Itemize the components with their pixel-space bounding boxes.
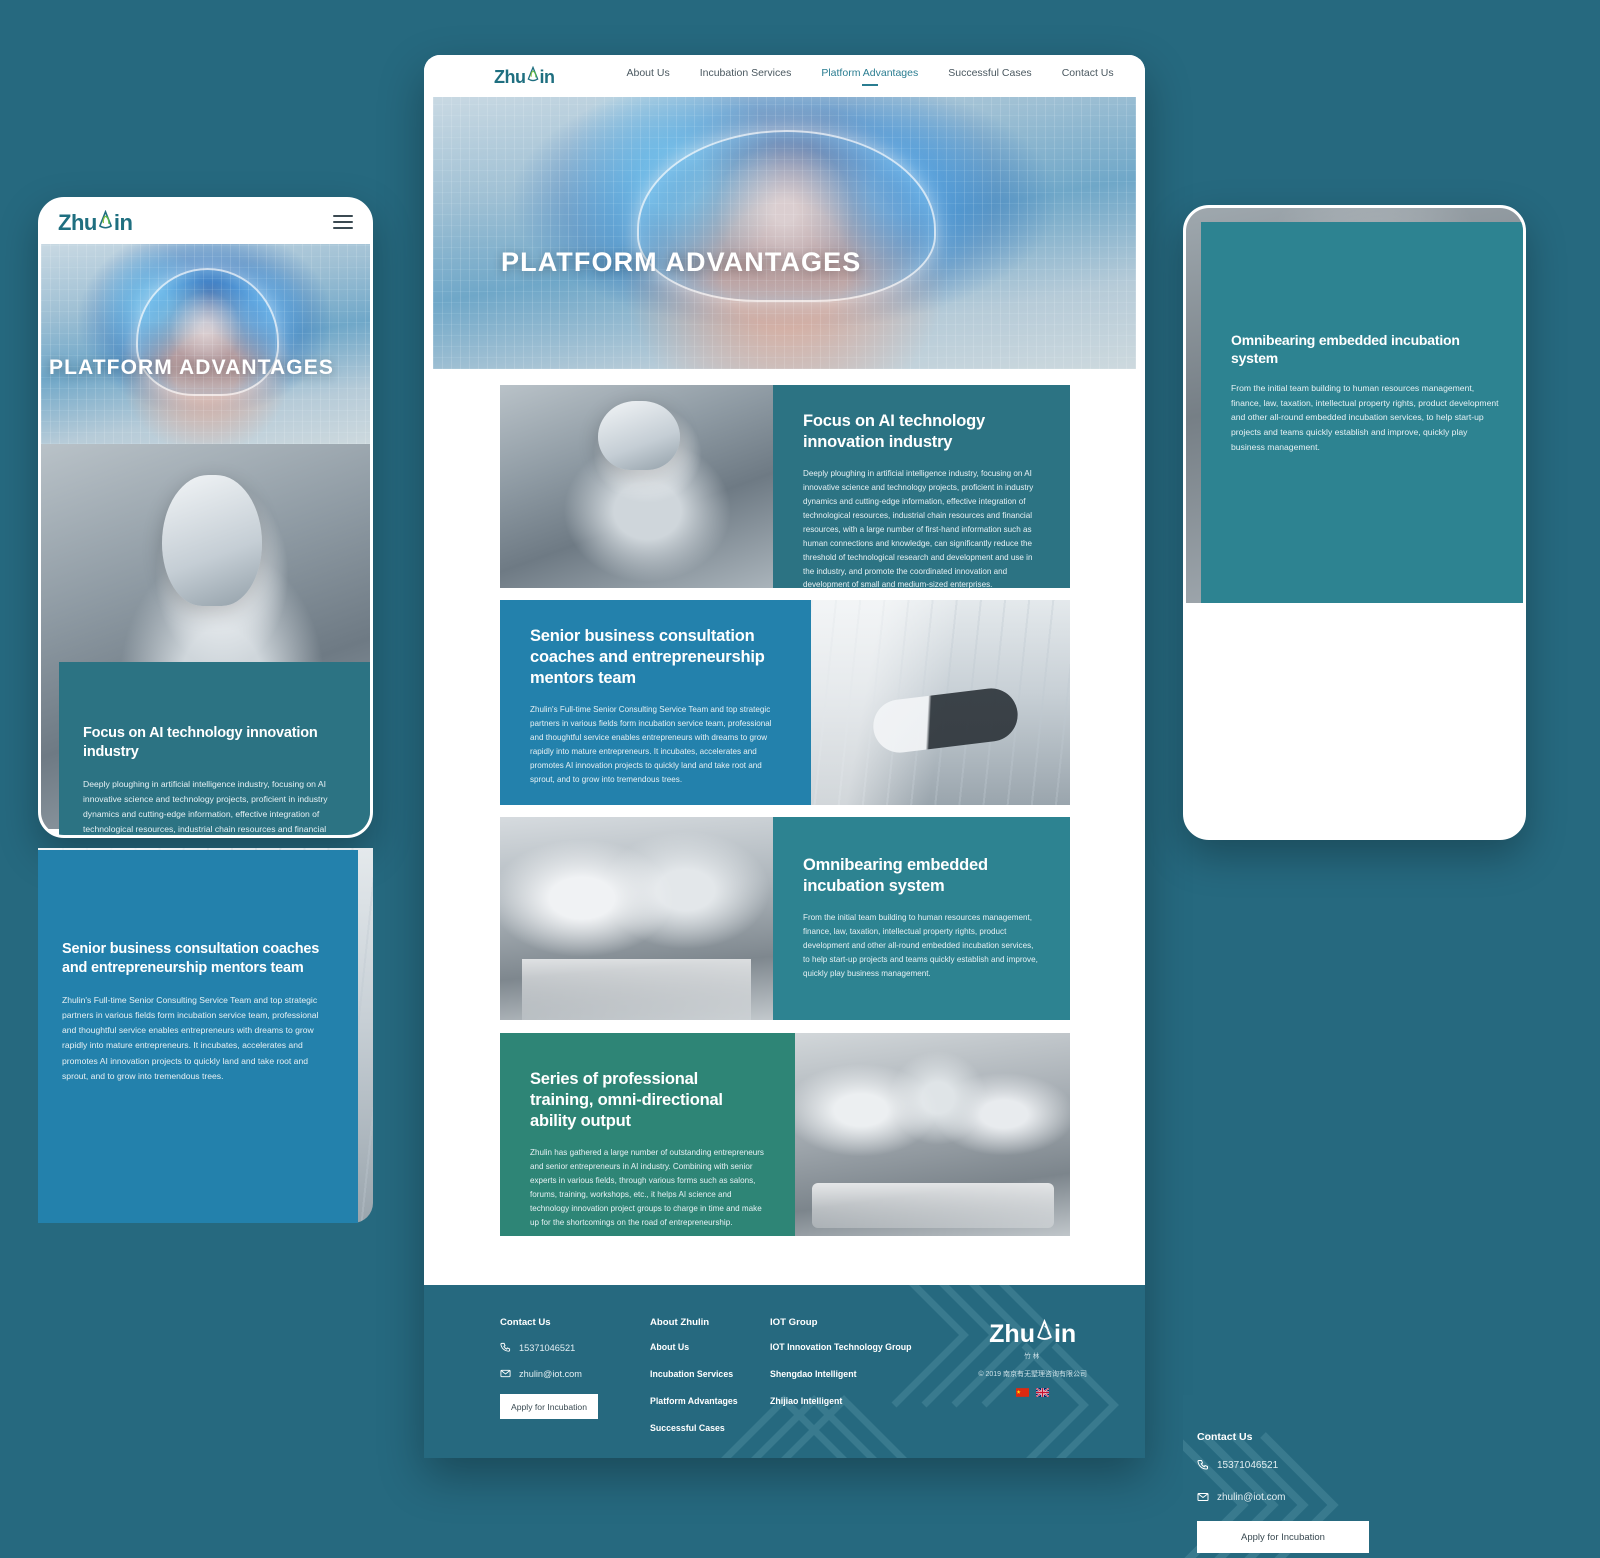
- nav-item-platform-advantages[interactable]: Platform Advantages: [821, 67, 918, 86]
- screenshot-stage: Zhu in PLATFORM ADVANTAGES Focus on AI t…: [0, 0, 1600, 1558]
- desktop-card-4-text: Series of professional training, omni-di…: [500, 1033, 795, 1236]
- desktop-card-3-image: [500, 817, 773, 1020]
- english-flag[interactable]: [1036, 1388, 1050, 1397]
- desktop-card-1-image: [500, 385, 773, 588]
- desktop-navbar: Zhu in About Us Incubation Services Plat…: [424, 55, 1145, 97]
- phone-icon: [500, 1342, 511, 1352]
- tablet-footer-phone[interactable]: 15371046521: [1197, 1459, 1526, 1471]
- footer-link-iot-innovation-technology-group[interactable]: IOT Innovation Technology Group: [770, 1342, 920, 1352]
- apply-for-incubation-button[interactable]: Apply for Incubation: [500, 1394, 598, 1419]
- nav-item-incubation-services[interactable]: Incubation Services: [700, 67, 792, 86]
- mobile-card-2: Senior business consultation coaches and…: [38, 850, 358, 1223]
- logo-text-suffix: in: [113, 210, 133, 235]
- footer-contact-heading: Contact Us: [500, 1317, 551, 1328]
- desktop-card-3-body: From the initial team building to human …: [803, 913, 1038, 978]
- footer-email[interactable]: zhulin@iot.com: [500, 1368, 650, 1379]
- mobile-hero-image: PLATFORM ADVANTAGES: [41, 244, 370, 444]
- desktop-card-1-text: Focus on AI technology innovation indust…: [773, 385, 1070, 588]
- envelope-icon: [1197, 1493, 1209, 1501]
- tablet-footer-contact-heading: Contact Us: [1197, 1431, 1253, 1443]
- footer-link-incubation-services[interactable]: Incubation Services: [650, 1369, 770, 1379]
- desktop-card-2-image: [811, 600, 1070, 805]
- tablet-apply-for-incubation-button[interactable]: Apply for Incubation: [1197, 1521, 1369, 1553]
- footer-logo-prefix: Zhu: [989, 1320, 1035, 1348]
- tablet-card-1-title: Omnibearing embedded incubation system: [1231, 332, 1460, 366]
- desktop-hero-title: PLATFORM ADVANTAGES: [501, 247, 862, 277]
- leaf-sprout-icon: [526, 65, 540, 83]
- logo-text-prefix: Zhu: [58, 210, 97, 235]
- envelope-icon: [500, 1369, 511, 1378]
- footer-phone[interactable]: 15371046521: [500, 1342, 650, 1353]
- footer-group-column: IOT Group IOT Innovation Technology Grou…: [770, 1317, 920, 1450]
- logo[interactable]: Zhu in: [494, 65, 555, 88]
- footer-link-zhijiao-intelligent[interactable]: Zhijiao Intelligent: [770, 1396, 920, 1406]
- mobile-card-2-title: Senior business consultation coaches and…: [62, 941, 320, 976]
- nav-item-successful-cases[interactable]: Successful Cases: [948, 67, 1031, 86]
- footer-email-text: zhulin@iot.com: [519, 1368, 582, 1379]
- footer-about-column: About Zhulin About Us Incubation Service…: [650, 1317, 770, 1450]
- desktop-card-3-title: Omnibearing embedded incubation system: [803, 856, 988, 896]
- mobile-card-1-title: Focus on AI technology innovation indust…: [83, 725, 318, 760]
- desktop-card-2-text: Senior business consultation coaches and…: [500, 600, 811, 805]
- footer-brand-column: Zhu in 竹林 © 2019 南京有无墅理咨询有限公司: [978, 1317, 1145, 1450]
- nav-item-about-us[interactable]: About Us: [627, 67, 670, 86]
- footer-about-heading: About Zhulin: [650, 1317, 710, 1328]
- desktop-hero-image: PLATFORM ADVANTAGES: [433, 97, 1136, 369]
- mobile-card-1-body: Deeply ploughing in artificial intellige…: [83, 779, 328, 835]
- desktop-card-2-body: Zhulin's Full-time Senior Consulting Ser…: [530, 705, 772, 784]
- hamburger-menu-icon[interactable]: [333, 215, 353, 229]
- desktop-card-4-image: [795, 1033, 1070, 1236]
- footer-link-platform-advantages[interactable]: Platform Advantages: [650, 1396, 770, 1406]
- chinese-flag[interactable]: [1016, 1388, 1030, 1397]
- logo[interactable]: Zhu in: [58, 208, 133, 236]
- footer-link-shengdao-intelligent[interactable]: Shengdao Intelligent: [770, 1369, 920, 1379]
- tablet-footer-email-text: zhulin@iot.com: [1217, 1491, 1286, 1503]
- nav-links: About Us Incubation Services Platform Ad…: [627, 67, 1114, 86]
- tablet-footer-phone-text: 15371046521: [1217, 1459, 1279, 1471]
- mobile-card-2-body: Zhulin's Full-time Senior Consulting Ser…: [62, 995, 319, 1081]
- tablet-card-1-body: From the initial team building to human …: [1231, 382, 1499, 452]
- desktop-card-2: Senior business consultation coaches and…: [500, 600, 1070, 805]
- leaf-sprout-icon: [97, 208, 114, 230]
- desktop-card-1: Focus on AI technology innovation indust…: [500, 385, 1070, 588]
- language-switcher: [978, 1388, 1087, 1397]
- tablet-footer: Contact Us 15371046521 zhulin@iot.com Ap…: [1183, 1395, 1526, 1558]
- phone-icon: [1197, 1460, 1208, 1470]
- footer-link-successful-cases[interactable]: Successful Cases: [650, 1423, 770, 1433]
- mobile-device-mockup: Zhu in PLATFORM ADVANTAGES Focus on AI t…: [38, 197, 373, 838]
- footer-link-about-us[interactable]: About Us: [650, 1342, 770, 1352]
- tablet-footer-email[interactable]: zhulin@iot.com: [1197, 1491, 1526, 1503]
- desktop-card-4-body: Zhulin has gathered a large number of ou…: [530, 1148, 764, 1227]
- desktop-card-2-title: Senior business consultation coaches and…: [530, 627, 765, 688]
- desktop-card-4: Series of professional training, omni-di…: [500, 1033, 1070, 1236]
- logo-text-prefix: Zhu: [494, 66, 526, 87]
- footer-logo-suffix: in: [1053, 1320, 1077, 1348]
- desktop-card-1-title: Focus on AI technology innovation indust…: [803, 412, 985, 452]
- mobile-card-1: Focus on AI technology innovation indust…: [59, 662, 370, 835]
- footer-contact-column: Contact Us 15371046521 zhulin@iot.com Ap…: [500, 1317, 650, 1450]
- nav-item-contact-us[interactable]: Contact Us: [1062, 67, 1114, 86]
- footer-phone-text: 15371046521: [519, 1342, 576, 1353]
- desktop-footer: Contact Us 15371046521 zhulin@iot.com Ap…: [424, 1285, 1145, 1458]
- footer-logo-subtitle: 竹林: [1024, 1353, 1042, 1360]
- mobile-hero-title: PLATFORM ADVANTAGES: [49, 356, 334, 379]
- desktop-device-mockup: Zhu in About Us Incubation Services Plat…: [424, 55, 1145, 1458]
- mobile-navbar: Zhu in: [41, 200, 370, 244]
- desktop-card-4-title: Series of professional training, omni-di…: [530, 1070, 723, 1131]
- footer-copyright: © 2019 南京有无墅理咨询有限公司: [978, 1371, 1087, 1378]
- leaf-sprout-icon: [1035, 1317, 1054, 1342]
- footer-logo[interactable]: Zhu in: [978, 1317, 1087, 1349]
- desktop-card-3: Omnibearing embedded incubation system F…: [500, 817, 1070, 1020]
- logo-text-suffix: in: [539, 66, 556, 87]
- tablet-device-mockup: Omnibearing embedded incubation system F…: [1183, 205, 1526, 840]
- desktop-card-1-body: Deeply ploughing in artificial intellige…: [803, 469, 1034, 588]
- tablet-card-omnibearing-incubation: Omnibearing embedded incubation system F…: [1201, 222, 1523, 603]
- desktop-card-3-text: Omnibearing embedded incubation system F…: [773, 817, 1070, 1020]
- footer-group-heading: IOT Group: [770, 1317, 818, 1328]
